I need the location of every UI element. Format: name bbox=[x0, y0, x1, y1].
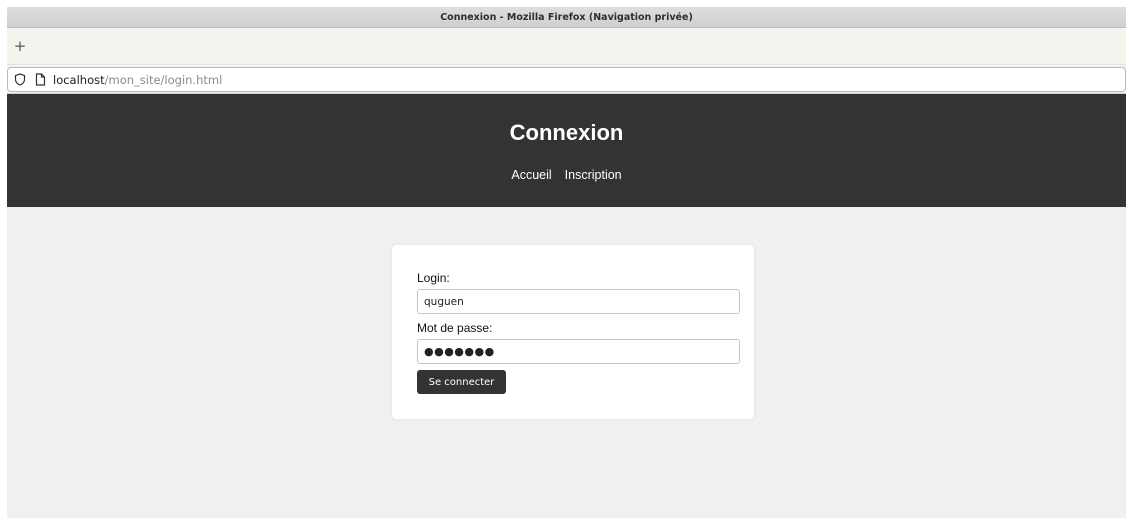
nav-link-accueil[interactable]: Accueil bbox=[511, 168, 551, 182]
nav-link-inscription[interactable]: Inscription bbox=[565, 168, 622, 182]
page-icon[interactable] bbox=[33, 73, 47, 87]
shield-icon[interactable] bbox=[13, 73, 27, 87]
browser-window: Connexion - Mozilla Firefox (Navigation … bbox=[7, 7, 1126, 518]
navigation-bar: localhost/mon_site/login.html bbox=[7, 64, 1126, 94]
window-title: Connexion - Mozilla Firefox (Navigation … bbox=[440, 11, 693, 23]
page-title: Connexion bbox=[509, 120, 624, 145]
window-titlebar: Connexion - Mozilla Firefox (Navigation … bbox=[7, 7, 1126, 28]
login-button[interactable]: Se connecter bbox=[417, 370, 506, 394]
url-text[interactable]: localhost/mon_site/login.html bbox=[53, 73, 222, 87]
new-tab-button[interactable]: + bbox=[9, 38, 31, 54]
login-label: Login: bbox=[417, 271, 450, 285]
password-input[interactable]: ●●●●●●● bbox=[417, 339, 740, 364]
page-content: Connexion Accueil Inscription Login: qug… bbox=[7, 94, 1126, 518]
url-host: localhost bbox=[53, 72, 105, 87]
url-path: /mon_site/login.html bbox=[104, 72, 223, 87]
password-label: Mot de passe: bbox=[417, 321, 493, 335]
tab-strip: + bbox=[7, 28, 1126, 64]
site-nav: Accueil Inscription bbox=[7, 168, 1126, 182]
url-bar[interactable]: localhost/mon_site/login.html bbox=[7, 67, 1126, 92]
login-input[interactable]: quguen bbox=[417, 289, 740, 314]
login-card: Login: quguen Mot de passe: ●●●●●●● Se c… bbox=[392, 245, 754, 419]
site-header: Connexion Accueil Inscription bbox=[7, 94, 1126, 207]
